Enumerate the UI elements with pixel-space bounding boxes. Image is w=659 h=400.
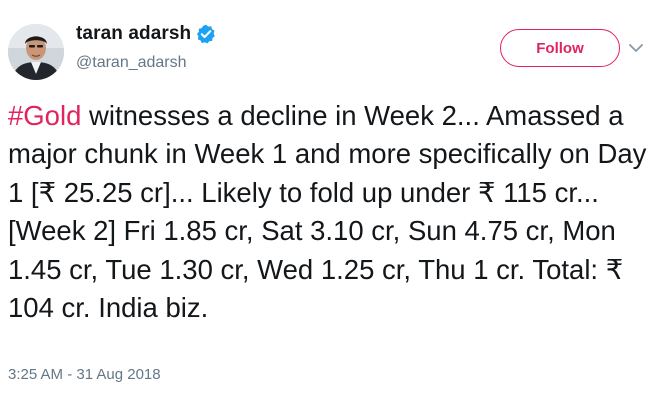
verified-badge-icon: [196, 24, 216, 44]
more-options-button[interactable]: [624, 36, 648, 60]
person-photo-icon: [8, 24, 64, 80]
chevron-down-icon: [629, 44, 643, 52]
user-handle[interactable]: @taran_adarsh: [76, 54, 187, 72]
hashtag-link[interactable]: #Gold: [8, 100, 81, 131]
tweet-card: taran adarsh @taran_adarsh Follow #Gold …: [0, 0, 659, 400]
tweet-text: #Gold witnesses a decline in Week 2... A…: [8, 97, 653, 327]
author-name-row: taran adarsh: [76, 23, 216, 45]
display-name[interactable]: taran adarsh: [76, 23, 191, 45]
tweet-timestamp[interactable]: 3:25 AM - 31 Aug 2018: [8, 366, 161, 383]
avatar[interactable]: [8, 24, 64, 80]
tweet-body: witnesses a decline in Week 2... Amassed…: [8, 100, 647, 324]
follow-button[interactable]: Follow: [500, 29, 620, 67]
